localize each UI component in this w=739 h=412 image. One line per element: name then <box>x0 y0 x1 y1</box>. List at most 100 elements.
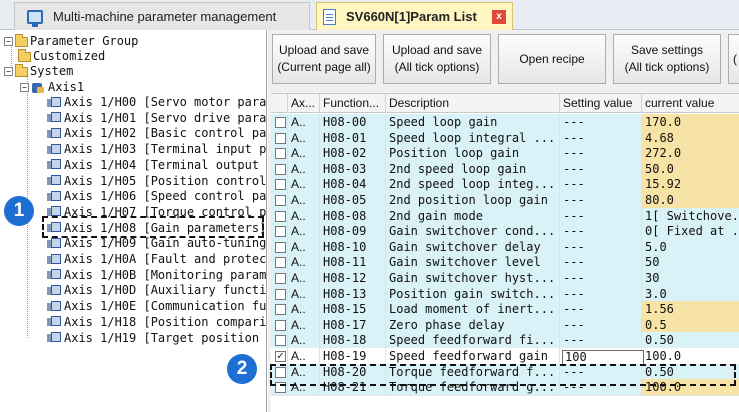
table-row[interactable]: A.. H08-13 Position gain switch... --- 3.0 <box>271 285 739 303</box>
tree-item[interactable]: Axis 1/H0B [Monitoring parame <box>46 268 266 283</box>
tree-item[interactable]: Axis 1/H18 [Position comparis <box>46 315 266 330</box>
tree-node-customized[interactable]: Customized <box>18 48 105 64</box>
row-checkbox[interactable] <box>275 117 286 128</box>
cell-setting[interactable]: --- <box>560 129 642 147</box>
tree-item[interactable]: Axis 1/H02 [Basic control par <box>46 126 266 141</box>
parameter-group-icon <box>46 269 61 281</box>
cell-desc: Position loop gain <box>386 145 560 163</box>
tab-multi-machine[interactable]: Multi-machine parameter management <box>14 2 310 30</box>
tree-item[interactable]: Axis 1/H01 [Servo drive param <box>46 111 266 126</box>
cell-setting[interactable]: --- <box>560 223 642 241</box>
cell-setting[interactable]: --- <box>560 301 642 319</box>
table-row[interactable]: A.. H08-15 Load moment of inert... --- 1.56 <box>271 301 739 319</box>
cell-setting[interactable]: --- <box>560 238 642 256</box>
cell-code: H08-11 <box>320 254 386 272</box>
cell-setting[interactable]: --- <box>560 145 642 163</box>
tree-item[interactable]: Axis 1/H19 [Target position p <box>46 331 266 346</box>
cell-setting[interactable]: --- <box>560 316 642 334</box>
tree-node-axis1[interactable]: − Axis1 <box>20 80 84 95</box>
upload-save-current-button[interactable]: Upload and save (Current page all) <box>272 34 376 84</box>
cell-setting[interactable]: --- <box>560 114 642 131</box>
column-header-axis[interactable]: Ax... <box>288 94 320 113</box>
highlight-box-gain-parameters <box>42 216 264 238</box>
tree-item[interactable]: Axis 1/H05 [Position control <box>46 174 266 189</box>
row-checkbox[interactable] <box>275 335 286 347</box>
table-row[interactable]: A.. H08-03 2nd speed loop gain --- 50.0 <box>271 160 739 178</box>
tree-item[interactable]: Axis 1/H0A [Fault and protect <box>46 252 266 267</box>
column-header-function[interactable]: Function... <box>320 94 386 113</box>
upload-save-ticked-button[interactable]: Upload and save (All tick options) <box>383 34 491 84</box>
cell-setting[interactable]: --- <box>560 332 642 350</box>
row-checkbox[interactable] <box>275 179 286 191</box>
row-checkbox[interactable] <box>275 304 286 316</box>
table-row[interactable]: A..H08-082nd gain mode---1[ Switchove... <box>271 207 739 225</box>
close-icon[interactable]: x <box>492 10 506 24</box>
table-row[interactable]: A.. H08-17 Zero phase delay --- 0.5 <box>271 316 739 334</box>
row-checkbox[interactable] <box>275 241 286 253</box>
tree-item[interactable]: Axis 1/H0E [Communication fun <box>46 299 266 314</box>
row-checkbox[interactable] <box>275 257 286 269</box>
tree-item[interactable]: Axis 1/H06 [Speed control par <box>46 189 267 204</box>
row-checkbox[interactable] <box>275 319 286 331</box>
row-check-cell <box>271 270 288 287</box>
table-row[interactable]: ✓ A.. H08-19 Speed feedforward gain 100.0 100 <box>271 348 739 365</box>
cell-setting[interactable]: --- <box>560 176 642 194</box>
cell-axis: A.. <box>288 348 320 365</box>
row-checkbox[interactable] <box>275 132 286 144</box>
param-list-panel: Upload and save (Current page all) Uploa… <box>268 30 739 412</box>
tree-item-label: Axis 1/H05 [Position control <box>64 173 267 188</box>
tree-item[interactable]: Axis 1/H09 [Gain auto-tuning <box>46 236 266 251</box>
tree-item-label: Axis 1/H06 [Speed control par <box>64 189 267 204</box>
row-checkbox[interactable] <box>275 195 286 206</box>
cell-code: H08-15 <box>320 301 386 319</box>
cell-setting[interactable]: --- <box>560 160 642 178</box>
cell-current: 0.50 <box>642 332 739 350</box>
row-checkbox[interactable] <box>275 226 286 238</box>
table-row[interactable]: A.. H08-04 2nd speed loop integ... --- 15.92 <box>271 176 739 194</box>
tab-param-list[interactable]: SV660N[1]Param List x <box>316 2 513 30</box>
row-checkbox[interactable] <box>275 288 286 300</box>
overflow-button[interactable]: ( <box>728 34 739 84</box>
tree-item[interactable]: Axis 1/H04 [Terminal output p <box>46 158 266 173</box>
row-checkbox[interactable] <box>275 273 286 284</box>
collapse-icon[interactable]: − <box>4 37 13 46</box>
table-row[interactable]: A.. H08-09 Gain switchover cond... --- 0[ Fi… <box>271 223 739 241</box>
tree-item[interactable]: Axis 1/H0D [Auxiliary functio <box>46 283 266 298</box>
row-checkbox[interactable]: ✓ <box>275 351 286 362</box>
column-header-current[interactable]: current value <box>642 94 739 113</box>
row-checkbox[interactable] <box>275 148 286 160</box>
parameter-group-icon <box>46 112 61 124</box>
table-row[interactable]: A.. H08-10 Gain switchover delay --- 5.0 <box>271 238 739 256</box>
cell-current: 50 <box>642 254 739 272</box>
cell-desc: Zero phase delay <box>386 316 560 334</box>
table-row[interactable]: A.. H08-00 Speed loop gain --- 170.0 <box>271 114 739 131</box>
save-settings-button[interactable]: Save settings (All tick options) <box>613 34 721 84</box>
cell-setting[interactable]: --- <box>560 254 642 272</box>
parameter-group-icon <box>46 175 61 187</box>
tree-item[interactable]: Axis 1/H03 [Terminal input pa <box>46 142 266 157</box>
tree-item[interactable]: Axis 1/H00 [Servo motor param <box>46 95 266 110</box>
parameter-group-icon <box>46 332 61 344</box>
row-checkbox[interactable] <box>275 163 286 175</box>
tree-node-system[interactable]: − System <box>4 63 73 79</box>
column-header-description[interactable]: Description <box>386 94 560 113</box>
table-row[interactable]: A.. H08-01 Speed loop integral ... --- 4.68 <box>271 129 739 147</box>
column-header-setting[interactable]: Setting value <box>560 94 642 113</box>
open-recipe-button[interactable]: Open recipe <box>498 34 606 84</box>
table-row[interactable]: A.. H08-12 Gain switchover hyst... --- 30 <box>271 270 739 287</box>
table-row[interactable]: A.. H08-18 Speed feedforward fi... --- 0.50 <box>271 332 739 350</box>
table-row[interactable]: A.. H08-11 Gain switchover level --- 50 <box>271 254 739 272</box>
cell-setting[interactable]: --- <box>560 207 642 225</box>
cell-axis: A.. <box>288 223 320 241</box>
tree-node-root[interactable]: − Parameter Group <box>4 33 138 49</box>
table-row[interactable]: A.. H08-05 2nd position loop gain --- 80.0 <box>271 192 739 209</box>
cell-setting[interactable]: --- <box>560 285 642 303</box>
row-checkbox[interactable] <box>275 210 286 222</box>
cell-setting[interactable]: --- <box>560 192 642 209</box>
collapse-icon[interactable]: − <box>20 83 29 92</box>
cell-axis: A.. <box>288 114 320 131</box>
table-row[interactable]: A.. H08-02 Position loop gain --- 272.0 <box>271 145 739 163</box>
cell-setting[interactable]: --- <box>560 270 642 287</box>
collapse-icon[interactable]: − <box>4 67 13 76</box>
cell-desc: Position gain switch... <box>386 285 560 303</box>
